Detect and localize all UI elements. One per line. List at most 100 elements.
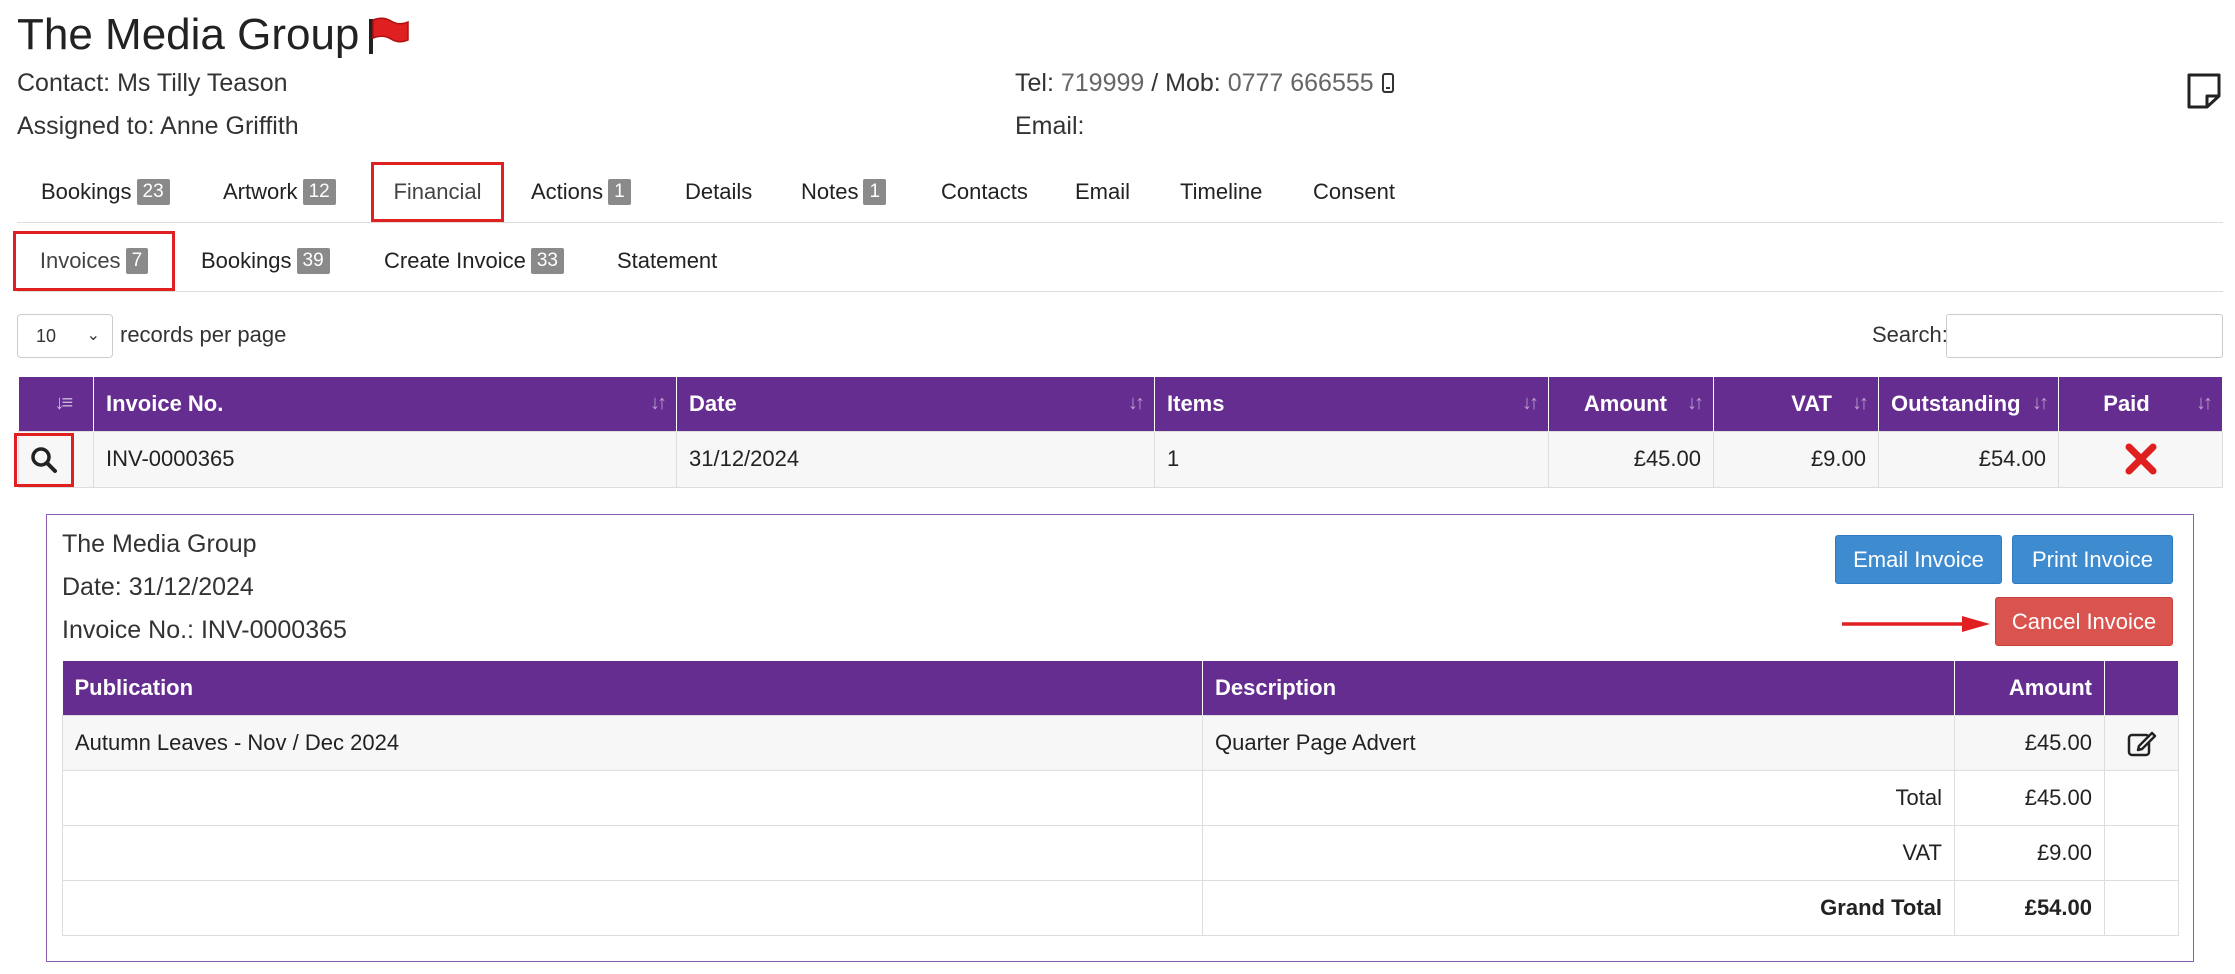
tab-badge: 23 — [136, 179, 170, 205]
empty-cell — [2104, 769, 2179, 826]
empty-cell — [2104, 879, 2179, 936]
subtab-bookings[interactable]: Bookings 39 — [195, 231, 336, 291]
grand-total-row: Grand Total £54.00 — [62, 879, 2179, 936]
mob-number[interactable]: 0777 666555 — [1228, 69, 1374, 97]
subtab-statement[interactable]: Statement — [611, 231, 723, 291]
column-header-invoice-no[interactable]: Invoice No. ↓↑ — [93, 377, 677, 431]
tab-artwork[interactable]: Artwork 12 — [217, 162, 342, 222]
empty-cell — [62, 824, 1203, 881]
tab-financial[interactable]: Financial — [371, 162, 504, 222]
search-icon — [31, 447, 57, 473]
total-label: Total — [1202, 769, 1955, 826]
sort-icon: ↓↑ — [2032, 392, 2049, 414]
column-header-vat[interactable]: VAT ↓↑ — [1713, 377, 1879, 431]
email-invoice-button[interactable]: Email Invoice — [1835, 535, 2002, 584]
column-header-date[interactable]: Date ↓↑ — [676, 377, 1155, 431]
sticky-note-icon[interactable] — [2186, 72, 2222, 110]
tab-badge: 7 — [125, 248, 149, 274]
annotation-arrow — [1842, 616, 1990, 632]
date-cell: 31/12/2024 — [676, 430, 1155, 488]
total-value: £45.00 — [1954, 769, 2105, 826]
outstanding-cell: £54.00 — [1878, 430, 2059, 488]
vat-value: £9.00 — [1954, 824, 2105, 881]
view-invoice-button[interactable] — [14, 433, 74, 487]
empty-cell — [62, 769, 1203, 826]
grand-total-value: £54.00 — [1954, 879, 2105, 936]
column-header-publication: Publication — [62, 661, 1203, 715]
assigned-name: Anne Griffith — [160, 112, 299, 140]
subtab-invoices[interactable]: Invoices 7 — [13, 231, 175, 291]
sort-icon: ↓↑ — [650, 392, 667, 414]
table-header-row: ↓≡ Invoice No. ↓↑ Date ↓↑ Items ↓↑ Amount ↓↑… — [18, 377, 2223, 431]
tab-actions[interactable]: Actions 1 — [525, 162, 637, 222]
vat-row: VAT £9.00 — [62, 824, 2179, 881]
tab-badge: 1 — [608, 179, 631, 205]
cancel-invoice-button[interactable]: Cancel Invoice — [1995, 597, 2173, 646]
chevron-down-icon: ⌄ — [86, 327, 100, 344]
column-header-outstanding[interactable]: Outstanding ↓↑ — [1878, 377, 2059, 431]
tab-timeline[interactable]: Timeline — [1174, 162, 1268, 222]
column-header-paid[interactable]: Paid ↓↑ — [2058, 377, 2223, 431]
column-header-amount[interactable]: Amount ↓↑ — [1548, 377, 1714, 431]
search-label: Search: — [1872, 322, 1948, 347]
page-size-value: 10 — [36, 325, 57, 346]
page-size-select[interactable]: 10 ⌄ — [17, 314, 113, 358]
assigned-line: Assigned to: Anne Griffith — [17, 112, 299, 141]
subtab-create-invoice[interactable]: Create Invoice 33 — [378, 231, 570, 291]
contact-label: Contact: — [17, 69, 111, 97]
assigned-label: Assigned to: — [17, 112, 155, 140]
email-label: Email: — [1015, 112, 1085, 140]
tab-contacts[interactable]: Contacts — [935, 162, 1034, 222]
print-invoice-button[interactable]: Print Invoice — [2012, 535, 2173, 584]
contact-name: Ms Tilly Teason — [117, 69, 288, 97]
mob-label: / Mob: — [1151, 69, 1221, 97]
invoice-no-cell: INV-0000365 — [93, 430, 677, 488]
table-row: Autumn Leaves - Nov / Dec 2024 Quarter P… — [62, 714, 2179, 771]
publication-cell: Autumn Leaves - Nov / Dec 2024 — [62, 714, 1203, 771]
company-title: The Media Group — [17, 10, 360, 59]
tab-badge: 33 — [530, 248, 564, 274]
sort-icon: ↓↑ — [1522, 392, 1539, 414]
paid-cell — [2058, 430, 2223, 488]
mobile-phone-icon — [1381, 73, 1394, 93]
tab-badge: 39 — [296, 248, 330, 274]
invoices-table: ↓≡ Invoice No. ↓↑ Date ↓↑ Items ↓↑ Amount ↓↑… — [18, 377, 2223, 488]
invoice-lines-table: Publication Description Amount Autumn Le… — [62, 661, 2179, 936]
line-amount-cell: £45.00 — [1954, 714, 2105, 771]
phone-line: Tel: 719999 / Mob: 0777 666555 — [1015, 69, 1394, 98]
detail-date: Date: 31/12/2024 — [62, 573, 254, 601]
tab-badge: 1 — [863, 179, 887, 205]
column-header-items[interactable]: Items ↓↑ — [1154, 377, 1549, 431]
tab-details[interactable]: Details — [679, 162, 758, 222]
column-header-expand[interactable]: ↓≡ — [18, 377, 94, 431]
contact-line: Contact: Ms Tilly Teason — [17, 69, 288, 98]
detail-invoice-no: Invoice No.: INV-0000365 — [62, 616, 347, 644]
amount-cell: £45.00 — [1548, 430, 1714, 488]
records-per-page-label: records per page — [120, 322, 287, 347]
description-cell: Quarter Page Advert — [1202, 714, 1955, 771]
table-row[interactable]: INV-0000365 31/12/2024 1 £45.00 £9.00 £5… — [18, 430, 2223, 488]
total-row: Total £45.00 — [62, 769, 2179, 826]
tel-number[interactable]: 719999 — [1061, 69, 1144, 97]
search-input[interactable] — [1946, 314, 2223, 358]
tab-notes[interactable]: Notes 1 — [795, 162, 892, 222]
tab-bookings[interactable]: Bookings 23 — [35, 162, 176, 222]
tab-consent[interactable]: Consent — [1307, 162, 1401, 222]
vat-cell: £9.00 — [1713, 430, 1879, 488]
tab-email[interactable]: Email — [1069, 162, 1136, 222]
column-header-line-amount: Amount — [1954, 661, 2105, 715]
sort-icon: ↓↑ — [1687, 392, 1704, 414]
edit-icon[interactable] — [2127, 729, 2157, 757]
edit-cell[interactable] — [2104, 714, 2179, 771]
sort-icon: ↓↑ — [1852, 392, 1869, 414]
tel-label: Tel: — [1015, 69, 1054, 97]
column-header-actions — [2104, 661, 2179, 715]
email-line: Email: — [1015, 112, 1084, 141]
lines-header-row: Publication Description Amount — [62, 661, 2179, 715]
empty-cell — [2104, 824, 2179, 881]
vat-label: VAT — [1202, 824, 1955, 881]
detail-company: The Media Group — [62, 530, 257, 558]
sort-icon: ↓↑ — [1128, 392, 1145, 414]
flag-icon[interactable] — [366, 16, 410, 56]
main-tabs: Bookings 23 Artwork 12 Financial Actions 1 … — [17, 162, 2223, 223]
